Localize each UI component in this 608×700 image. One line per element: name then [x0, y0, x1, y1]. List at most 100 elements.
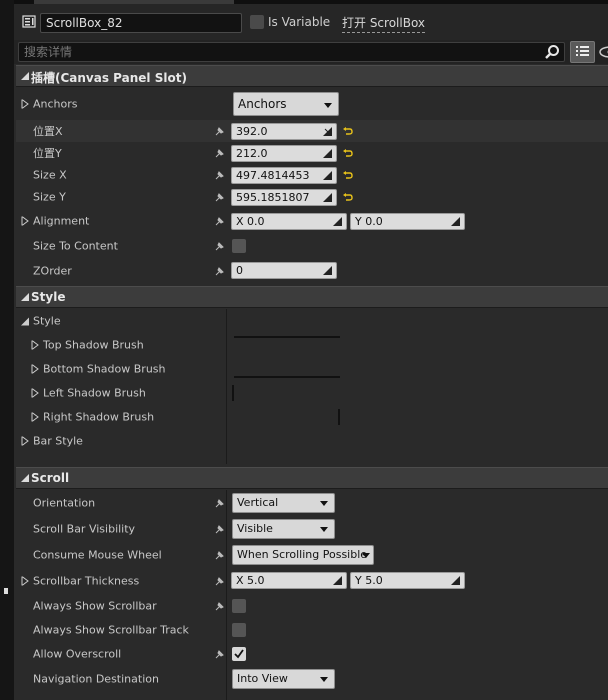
- bottom-shadow-preview: [234, 376, 340, 378]
- resize-grip-icon[interactable]: [323, 149, 332, 158]
- left-edge-strip: [0, 0, 14, 700]
- resize-grip-icon[interactable]: [451, 576, 460, 585]
- position-y-input[interactable]: 212.0: [231, 145, 337, 162]
- view-options-button[interactable]: [570, 41, 595, 63]
- section-style[interactable]: Style: [16, 286, 608, 308]
- resize-grip-icon[interactable]: [333, 576, 342, 585]
- scrollbar-visibility-label: Scroll Bar Visibility: [33, 522, 136, 536]
- open-scrollbox-link[interactable]: 打开 ScrollBox: [342, 14, 426, 33]
- resize-grip-icon[interactable]: [323, 266, 332, 275]
- left-shadow-preview: [232, 385, 234, 401]
- pin-icon: [215, 602, 224, 611]
- bar-style-label: Bar Style: [33, 434, 83, 448]
- row-bottom-shadow-brush: Bottom Shadow Brush: [16, 357, 608, 381]
- navigation-destination-value: Into View: [237, 672, 288, 685]
- row-style-group: Style: [16, 309, 608, 333]
- widget-icon: [22, 15, 36, 28]
- style-group-label: Style: [33, 314, 61, 328]
- expand-arrow-icon[interactable]: [31, 412, 39, 422]
- row-size-x: Size X 497.4814453: [16, 164, 608, 186]
- collapse-arrow-icon[interactable]: [21, 317, 29, 326]
- position-y-value: 212.0: [236, 147, 268, 160]
- row-top-shadow-brush: Top Shadow Brush: [16, 333, 608, 357]
- section-canvas-panel-slot[interactable]: 插槽(Canvas Panel Slot): [16, 65, 608, 87]
- expand-arrow-icon[interactable]: [21, 99, 29, 109]
- zorder-value: 0: [236, 264, 243, 277]
- details-panel: ScrollBox_82 Is Variable 打开 ScrollBox 搜索…: [14, 0, 608, 700]
- navigation-destination-dropdown[interactable]: Into View: [232, 669, 335, 689]
- top-shadow-preview: [234, 336, 340, 338]
- checkmark-icon: [234, 649, 244, 659]
- resize-grip-icon[interactable]: [323, 171, 332, 180]
- always-show-scrollbar-track-checkbox[interactable]: [232, 623, 246, 637]
- row-bar-style: Bar Style: [16, 429, 608, 453]
- reset-to-default-icon[interactable]: [343, 126, 353, 136]
- pin-icon: [215, 499, 224, 508]
- collapse-arrow-icon: [21, 293, 29, 301]
- resize-grip-icon[interactable]: [323, 193, 332, 202]
- size-x-value: 497.4814453: [236, 169, 310, 182]
- size-y-value: 595.1851807: [236, 191, 310, 204]
- size-to-content-label: Size To Content: [33, 239, 118, 253]
- reset-to-default-icon[interactable]: [343, 192, 353, 202]
- row-always-show-scrollbar-track: Always Show Scrollbar Track: [16, 618, 608, 642]
- alignment-x-input[interactable]: X 0.0: [231, 213, 347, 230]
- pin-icon: [215, 171, 224, 180]
- resize-grip-icon[interactable]: [451, 217, 460, 226]
- pin-icon: [215, 242, 224, 251]
- right-shadow-brush-label: Right Shadow Brush: [43, 410, 155, 424]
- resize-grip-icon[interactable]: [323, 127, 332, 136]
- row-scrollbar-visibility: Scroll Bar Visibility Visible: [16, 516, 608, 542]
- zorder-input[interactable]: 0: [231, 262, 337, 279]
- alignment-x-value: X 0.0: [236, 215, 265, 228]
- search-input[interactable]: 搜索详情: [18, 42, 565, 62]
- allow-overscroll-checkbox[interactable]: [232, 647, 246, 661]
- widget-name-input[interactable]: ScrollBox_82: [40, 13, 242, 33]
- size-to-content-checkbox[interactable]: [232, 239, 246, 253]
- top-shadow-brush-label: Top Shadow Brush: [43, 338, 144, 352]
- resize-grip-icon[interactable]: [333, 217, 342, 226]
- anchors-value: Anchors: [238, 97, 287, 111]
- size-x-input[interactable]: 497.4814453: [231, 167, 337, 184]
- row-size-y: Size Y 595.1851807: [16, 186, 608, 208]
- expand-arrow-icon[interactable]: [21, 576, 29, 586]
- row-left-shadow-brush: Left Shadow Brush: [16, 381, 608, 405]
- expand-arrow-icon[interactable]: [31, 388, 39, 398]
- navigation-destination-label: Navigation Destination: [33, 672, 159, 686]
- thickness-y-value: Y 5.0: [355, 574, 383, 587]
- bottom-shadow-brush-label: Bottom Shadow Brush: [43, 362, 166, 376]
- is-variable-checkbox[interactable]: [250, 15, 264, 29]
- consume-mouse-wheel-label: Consume Mouse Wheel: [33, 548, 162, 562]
- row-consume-mouse-wheel: Consume Mouse Wheel When Scrolling Possi…: [16, 542, 608, 568]
- reset-to-default-icon[interactable]: [343, 148, 353, 158]
- reset-to-default-icon[interactable]: [343, 170, 353, 180]
- pin-icon: [215, 127, 224, 136]
- consume-mouse-wheel-value: When Scrolling Possible: [237, 548, 368, 561]
- position-x-input[interactable]: 392.0: [231, 123, 337, 140]
- pin-icon: [215, 650, 224, 659]
- always-show-scrollbar-checkbox[interactable]: [232, 599, 246, 613]
- scrollbar-thickness-x-input[interactable]: X 5.0: [231, 572, 347, 589]
- pin-icon: [215, 577, 224, 586]
- always-show-scrollbar-track-label: Always Show Scrollbar Track: [33, 623, 189, 637]
- size-y-input[interactable]: 595.1851807: [231, 189, 337, 206]
- consume-mouse-wheel-dropdown[interactable]: When Scrolling Possible: [232, 545, 374, 565]
- zorder-label: ZOrder: [33, 264, 72, 278]
- eye-icon[interactable]: [598, 44, 608, 60]
- scrollbar-visibility-dropdown[interactable]: Visible: [232, 519, 335, 539]
- expand-arrow-icon[interactable]: [31, 340, 39, 350]
- expand-arrow-icon[interactable]: [21, 216, 29, 226]
- orientation-dropdown[interactable]: Vertical: [232, 493, 335, 513]
- list-view-icon: [576, 46, 589, 56]
- expand-arrow-icon[interactable]: [21, 436, 29, 446]
- alignment-y-input[interactable]: Y 0.0: [350, 213, 465, 230]
- scrollbar-thickness-y-input[interactable]: Y 5.0: [350, 572, 465, 589]
- pin-icon: [215, 525, 224, 534]
- edge-marker: [4, 588, 8, 594]
- allow-overscroll-label: Allow Overscroll: [33, 647, 122, 661]
- section-scroll[interactable]: Scroll: [16, 467, 608, 489]
- anchors-dropdown[interactable]: Anchors: [233, 92, 339, 116]
- search-row: 搜索详情: [14, 40, 608, 64]
- thickness-x-value: X 5.0: [236, 574, 265, 587]
- expand-arrow-icon[interactable]: [31, 364, 39, 374]
